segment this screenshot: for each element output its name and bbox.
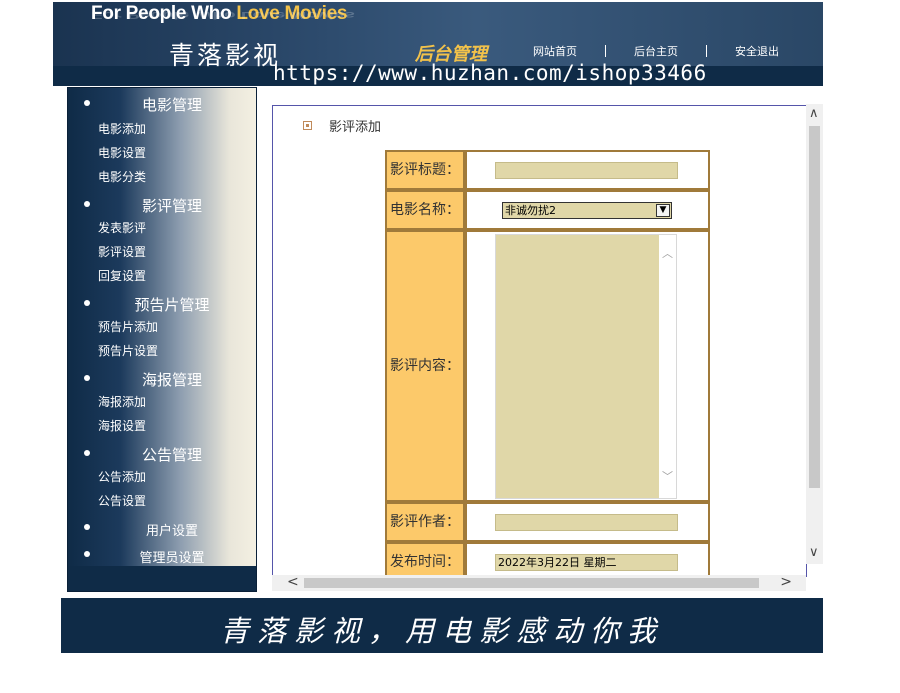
- sidebar-item-reply-settings[interactable]: 回复设置: [98, 267, 146, 284]
- label-movie-name: 电影名称：: [385, 190, 465, 230]
- field-cell: ︿ ﹀: [465, 230, 710, 502]
- sidebar: 电影管理 电影添加 电影设置 电影分类 影评管理 发表影评 影评设置 回复设置 …: [67, 87, 257, 592]
- label-review-title: 影评标题：: [385, 150, 465, 190]
- slogan-reflection-text-1: For People Who: [91, 9, 241, 21]
- sidebar-group-notices[interactable]: 公告管理: [68, 441, 256, 465]
- bullet-icon: [84, 100, 90, 106]
- sidebar-group-title: 预告片管理: [134, 296, 210, 314]
- label-review-content: 影评内容：: [385, 230, 465, 502]
- sidebar-group-title: 管理员设置: [139, 551, 205, 566]
- sidebar-group-trailers[interactable]: 预告片管理: [68, 291, 256, 315]
- sidebar-item-notice-settings[interactable]: 公告设置: [98, 492, 146, 509]
- sidebar-item-admin-settings[interactable]: 管理员设置: [68, 542, 256, 566]
- sidebar-item-trailer-add[interactable]: 预告片添加: [98, 318, 158, 335]
- slogan-reflection: For People Who Love Movies: [91, 9, 355, 21]
- field-cell: [465, 150, 710, 190]
- site-footer: 青落影视，用电影感动你我: [61, 598, 823, 653]
- review-author-input[interactable]: [495, 513, 678, 531]
- sidebar-item-review-settings[interactable]: 影评设置: [98, 243, 146, 260]
- nav-separator: [706, 45, 707, 57]
- sidebar-item-notice-add[interactable]: 公告添加: [98, 468, 146, 485]
- review-form-table: 影评标题： 电影名称： 非诚勿扰2 ▼ 影评内容： ︿ ﹀ 影评作者： 发布时间…: [385, 150, 710, 576]
- field-cell: [465, 502, 710, 542]
- bullet-icon: [84, 300, 90, 306]
- slogan-reflection-text-2: Love Movies: [240, 9, 355, 21]
- square-bullet-icon: [303, 121, 312, 130]
- form-title: 影评添加: [329, 120, 382, 135]
- site-header: For People Who Love Movies For People Wh…: [53, 2, 823, 86]
- movie-name-select[interactable]: 非诚勿扰2 ▼: [502, 201, 672, 219]
- bullet-icon: [84, 201, 90, 207]
- sidebar-item-trailer-settings[interactable]: 预告片设置: [98, 342, 158, 359]
- sidebar-group-title: 用户设置: [145, 524, 198, 539]
- review-content-textarea[interactable]: ︿ ﹀: [495, 233, 677, 499]
- sidebar-item-poster-settings[interactable]: 海报设置: [98, 417, 146, 434]
- label-review-author: 影评作者：: [385, 502, 465, 542]
- chevron-right-icon[interactable]: >: [780, 574, 792, 590]
- field-cell: 2022年3月22日 星期二: [465, 542, 710, 576]
- sidebar-group-posters[interactable]: 海报管理: [68, 366, 256, 390]
- sidebar-group-movies[interactable]: 电影管理: [68, 91, 256, 115]
- footer-slogan: 青落影视，用电影感动你我: [219, 614, 664, 648]
- sidebar-group-title: 海报管理: [141, 371, 202, 389]
- nav-separator: [605, 45, 606, 57]
- nav-logout-link[interactable]: 安全退出: [735, 43, 779, 59]
- top-nav: 网站首页 后台主页 安全退出: [533, 43, 779, 59]
- sidebar-item-user-settings[interactable]: 用户设置: [68, 515, 256, 539]
- bullet-icon: [84, 524, 90, 530]
- chevron-down-icon[interactable]: ▼: [656, 203, 670, 217]
- review-title-input[interactable]: [495, 161, 678, 179]
- movie-name-selected-value: 非诚勿扰2: [505, 203, 556, 217]
- scroll-thumb[interactable]: [304, 578, 759, 588]
- textarea-scrollbar[interactable]: ︿ ﹀: [659, 234, 676, 498]
- watermark-url: https://www.huzhan.com/ishop33466: [273, 61, 707, 85]
- label-publish-time: 发布时间：: [385, 542, 465, 576]
- site-logo[interactable]: 青落影视: [169, 36, 281, 72]
- bullet-icon: [84, 551, 90, 557]
- sidebar-item-post-review[interactable]: 发表影评: [98, 219, 146, 236]
- sidebar-group-reviews[interactable]: 影评管理: [68, 192, 256, 216]
- content-vertical-scrollbar[interactable]: ∧ ∨: [806, 104, 823, 564]
- chevron-up-icon[interactable]: ∧: [809, 106, 819, 121]
- chevron-left-icon[interactable]: <: [287, 574, 299, 590]
- scroll-thumb[interactable]: [809, 126, 820, 488]
- sidebar-item-movie-add[interactable]: 电影添加: [98, 120, 146, 137]
- sidebar-item-movie-settings[interactable]: 电影设置: [98, 144, 146, 161]
- content-frame: 影评添加 影评标题： 电影名称： 非诚勿扰2 ▼ 影评内容： ︿ ﹀ 影评作者：…: [272, 105, 807, 577]
- chevron-up-icon[interactable]: ︿: [662, 245, 673, 261]
- sidebar-menu: 电影管理 电影添加 电影设置 电影分类 影评管理 发表影评 影评设置 回复设置 …: [68, 88, 256, 566]
- nav-site-home-link[interactable]: 网站首页: [533, 43, 577, 59]
- chevron-down-icon[interactable]: ∨: [809, 545, 819, 560]
- sidebar-group-title: 公告管理: [141, 446, 202, 464]
- field-cell: 非诚勿扰2 ▼: [465, 190, 710, 230]
- chevron-down-icon[interactable]: ﹀: [662, 468, 673, 484]
- form-header: 影评添加: [303, 116, 381, 135]
- bullet-icon: [84, 375, 90, 381]
- sidebar-group-title: 电影管理: [141, 96, 202, 114]
- bullet-icon: [84, 450, 90, 456]
- sidebar-item-movie-categories[interactable]: 电影分类: [98, 168, 146, 185]
- nav-admin-home-link[interactable]: 后台主页: [634, 43, 678, 59]
- sidebar-group-title: 影评管理: [141, 197, 202, 215]
- sidebar-item-poster-add[interactable]: 海报添加: [98, 393, 146, 410]
- publish-time-input[interactable]: 2022年3月22日 星期二: [495, 553, 678, 571]
- content-horizontal-scrollbar[interactable]: < >: [272, 574, 806, 591]
